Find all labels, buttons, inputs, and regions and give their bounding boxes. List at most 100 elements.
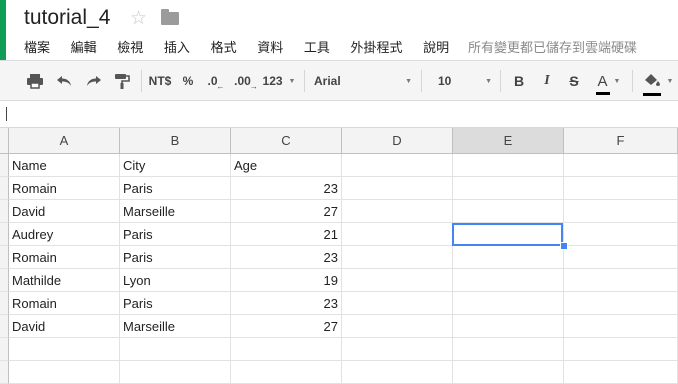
cell-f1[interactable] <box>564 154 678 177</box>
cell-e10[interactable] <box>453 361 564 384</box>
cell-e7[interactable] <box>453 292 564 315</box>
cell-b6[interactable]: Lyon <box>120 269 231 292</box>
menu-tools[interactable]: 工具 <box>304 40 330 55</box>
cell-b3[interactable]: Marseille <box>120 200 231 223</box>
select-all-corner[interactable] <box>0 128 9 154</box>
cell-a9[interactable] <box>9 338 120 361</box>
cell-f8[interactable] <box>564 315 678 338</box>
menu-format[interactable]: 格式 <box>211 40 237 55</box>
cell-b7[interactable]: Paris <box>120 292 231 315</box>
column-header-d[interactable]: D <box>342 128 453 154</box>
row-header[interactable] <box>0 246 9 269</box>
row-header[interactable] <box>0 200 9 223</box>
cell-b10[interactable] <box>120 361 231 384</box>
print-icon[interactable] <box>22 61 48 101</box>
italic-button[interactable]: I <box>537 61 557 101</box>
menu-help[interactable]: 說明 <box>423 40 449 55</box>
folder-icon[interactable] <box>161 9 179 25</box>
row-header[interactable] <box>0 154 9 177</box>
cell-c5[interactable]: 23 <box>231 246 342 269</box>
cell-f4[interactable] <box>564 223 678 246</box>
font-family-dropdown[interactable]: Arial ▼ <box>314 61 412 101</box>
menu-view[interactable]: 檢視 <box>117 40 143 55</box>
cell-d8[interactable] <box>342 315 453 338</box>
star-icon[interactable]: ☆ <box>130 7 147 30</box>
cell-f9[interactable] <box>564 338 678 361</box>
cell-b8[interactable]: Marseille <box>120 315 231 338</box>
cell-c3[interactable]: 27 <box>231 200 342 223</box>
row-header[interactable] <box>0 177 9 200</box>
cell-c9[interactable] <box>231 338 342 361</box>
cell-c4[interactable]: 21 <box>231 223 342 246</box>
menu-edit[interactable]: 編輯 <box>71 40 97 55</box>
cell-b5[interactable]: Paris <box>120 246 231 269</box>
formula-bar-input[interactable] <box>0 101 678 128</box>
cell-f5[interactable] <box>564 246 678 269</box>
cell-a7[interactable]: Romain <box>9 292 120 315</box>
bold-button[interactable]: B <box>509 61 529 101</box>
cell-b9[interactable] <box>120 338 231 361</box>
menu-addons[interactable]: 外掛程式 <box>350 40 402 55</box>
cell-a6[interactable]: Mathilde <box>9 269 120 292</box>
currency-button[interactable]: NT$ <box>147 61 173 101</box>
cell-d4[interactable] <box>342 223 453 246</box>
paint-format-icon[interactable] <box>109 61 135 101</box>
column-header-b[interactable]: B <box>120 128 231 154</box>
cell-b4[interactable]: Paris <box>120 223 231 246</box>
increase-decimal-button[interactable]: .00 → <box>232 61 260 101</box>
cell-a3[interactable]: David <box>9 200 120 223</box>
cell-c8[interactable]: 27 <box>231 315 342 338</box>
row-header[interactable] <box>0 361 9 384</box>
cell-c1[interactable]: Age <box>231 154 342 177</box>
cell-e3[interactable] <box>453 200 564 223</box>
percent-button[interactable]: % <box>178 61 198 101</box>
menu-insert[interactable]: 插入 <box>164 40 190 55</box>
cell-e6[interactable] <box>453 269 564 292</box>
row-header[interactable] <box>0 315 9 338</box>
save-status[interactable]: 所有變更都已儲存到雲端硬碟 <box>468 37 637 56</box>
cell-d6[interactable] <box>342 269 453 292</box>
cell-a5[interactable]: Romain <box>9 246 120 269</box>
document-title[interactable]: tutorial_4 <box>24 6 110 30</box>
cell-c7[interactable]: 23 <box>231 292 342 315</box>
row-header[interactable] <box>0 223 9 246</box>
cell-c2[interactable]: 23 <box>231 177 342 200</box>
undo-icon[interactable] <box>52 61 78 101</box>
cell-e1[interactable] <box>453 154 564 177</box>
cell-e2[interactable] <box>453 177 564 200</box>
menu-file[interactable]: 檔案 <box>24 40 50 55</box>
cell-d7[interactable] <box>342 292 453 315</box>
cell-d2[interactable] <box>342 177 453 200</box>
decrease-decimal-button[interactable]: .0 ← <box>203 61 229 101</box>
font-size-dropdown[interactable]: 10 ▼ <box>438 61 492 101</box>
cell-a10[interactable] <box>9 361 120 384</box>
cell-d1[interactable] <box>342 154 453 177</box>
cell-b2[interactable]: Paris <box>120 177 231 200</box>
cell-d3[interactable] <box>342 200 453 223</box>
cell-b1[interactable]: City <box>120 154 231 177</box>
cell-a2[interactable]: Romain <box>9 177 120 200</box>
cell-f3[interactable] <box>564 200 678 223</box>
cell-c6[interactable]: 19 <box>231 269 342 292</box>
cell-f2[interactable] <box>564 177 678 200</box>
fill-color-button[interactable]: ▼ <box>640 61 676 101</box>
cell-d5[interactable] <box>342 246 453 269</box>
cell-f10[interactable] <box>564 361 678 384</box>
text-color-button[interactable]: A ▼ <box>590 61 628 101</box>
column-header-c[interactable]: C <box>231 128 342 154</box>
cell-a4[interactable]: Audrey <box>9 223 120 246</box>
row-header[interactable] <box>0 338 9 361</box>
row-header[interactable] <box>0 292 9 315</box>
cell-e8[interactable] <box>453 315 564 338</box>
cell-f6[interactable] <box>564 269 678 292</box>
menu-data[interactable]: 資料 <box>257 40 283 55</box>
cell-e9[interactable] <box>453 338 564 361</box>
more-formats-dropdown[interactable]: 123 ▼ <box>262 61 296 101</box>
cell-a1[interactable]: Name <box>9 154 120 177</box>
fill-handle[interactable] <box>560 242 568 250</box>
column-header-f[interactable]: F <box>564 128 678 154</box>
strikethrough-button[interactable]: S <box>564 61 584 101</box>
cell-c10[interactable] <box>231 361 342 384</box>
cell-a8[interactable]: David <box>9 315 120 338</box>
active-cell-e4[interactable] <box>452 223 563 246</box>
